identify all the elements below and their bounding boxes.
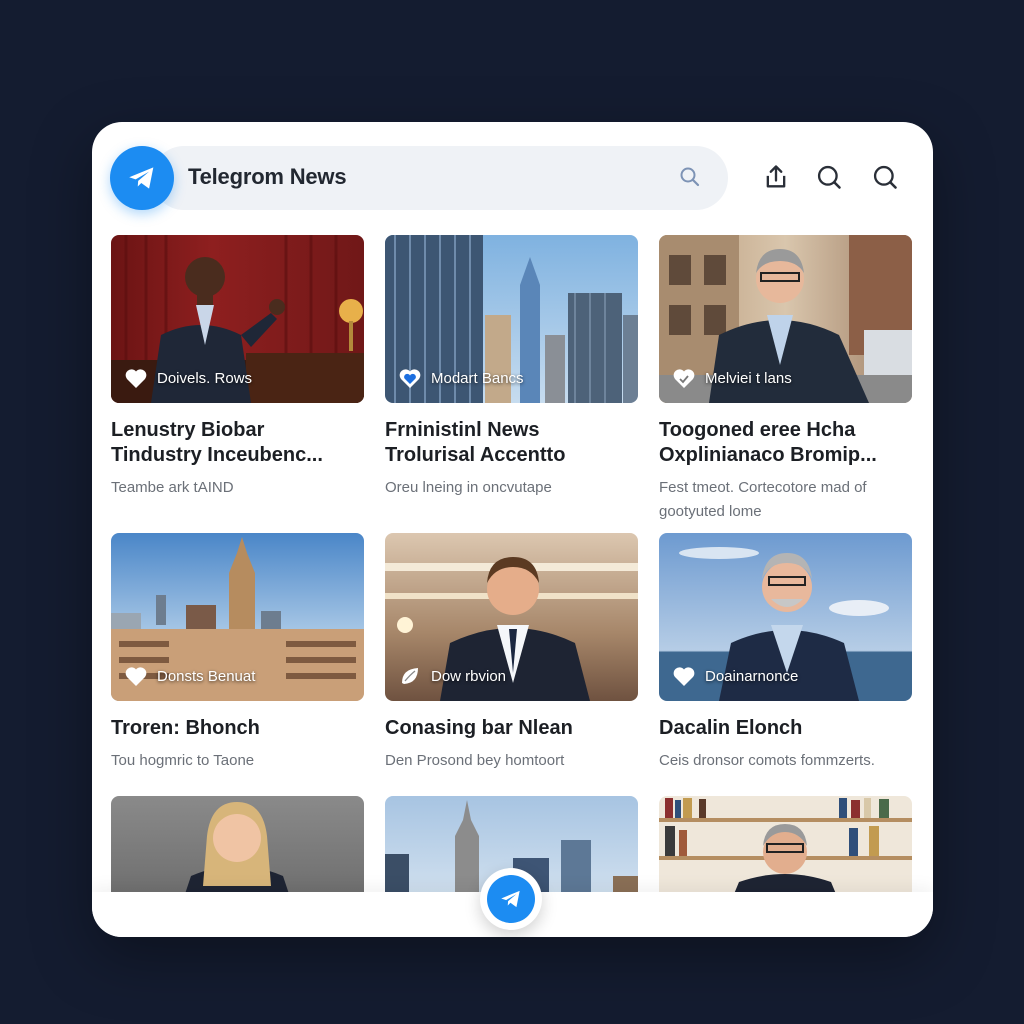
card-title-line1: Dacalin Elonch <box>659 717 803 739</box>
thumb-overlay: Donsts Benuat <box>123 665 255 687</box>
card-title-line1: Toogoned eree Hcha <box>659 419 856 441</box>
heart-check-icon <box>673 369 695 388</box>
card-title-line1: Lenustry Biobar <box>111 419 265 441</box>
share-icon[interactable] <box>762 163 790 196</box>
shield-heart-icon <box>399 369 421 388</box>
thumb-overlay: Dow rbvion <box>397 665 506 687</box>
card-subtitle: Fest tmeot. Cortecotore mad of gootyuted… <box>659 479 867 520</box>
thumb-overlay-label: Doivels. Rows <box>157 369 253 387</box>
news-card[interactable]: Doainarnonce Dacalin Elonch Ceis dronsor… <box>659 533 912 773</box>
thumb-overlay: Doainarnonce <box>671 665 798 687</box>
card-subtitle: Oreu lneing in oncvutape <box>385 479 552 496</box>
heart-icon <box>673 667 695 686</box>
heart-icon <box>125 369 147 388</box>
news-card[interactable] <box>111 796 364 906</box>
header: Telegrom News <box>92 122 933 232</box>
news-card[interactable] <box>659 796 912 906</box>
news-photo-man-by-sea: Doainarnonce <box>659 533 912 701</box>
news-photo-city-tower: Donsts Benuat <box>111 533 364 701</box>
card-title-line1: Frninistinl News <box>385 419 540 441</box>
card-title-line1: Troren: Bhonch <box>111 717 260 739</box>
thumb-overlay: Doivels. Rows <box>123 367 252 389</box>
news-card[interactable]: Melviei t lans Toogoned eree Hcha Oxplin… <box>659 235 912 524</box>
thumb-overlay: Melviei t lans <box>671 367 792 389</box>
search-icon[interactable] <box>871 163 899 196</box>
news-photo-smiling-man-office: Dow rbvion <box>385 533 638 701</box>
news-card[interactable]: Modart Bancs Frninistinl News Trolurisal… <box>385 235 638 500</box>
card-title-line2: Oxplinianaco Bromip... <box>659 444 877 466</box>
news-photo-skyscrapers: Modart Bancs <box>385 235 638 403</box>
card-subtitle: Ceis dronsor comots fommzerts. <box>659 752 875 769</box>
card-subtitle: Tou hogmric to Taone <box>111 752 255 769</box>
news-photo-man-on-street: Melviei t lans <box>659 235 912 403</box>
leaf-icon <box>402 668 418 684</box>
card-title-line1: Conasing bar Nlean <box>385 717 573 739</box>
search-icon[interactable] <box>678 165 702 194</box>
thumb-overlay-label: Melviei t lans <box>705 369 792 387</box>
compose-fab-button[interactable] <box>480 868 542 930</box>
thumb-overlay-label: Donsts Benuat <box>157 667 256 685</box>
news-photo-woman-portrait <box>111 796 364 906</box>
thumb-overlay-label: Dow rbvion <box>431 667 507 685</box>
news-photo-speaker-at-podium: Doivels. Rows <box>111 235 364 403</box>
thumb-overlay-label: Modart Bancs <box>431 369 524 387</box>
app-window: Telegrom News Doivels. Rows Lenustry Bio… <box>92 122 933 937</box>
card-title-line2: Tindustry Inceubenc... <box>111 444 323 466</box>
telegram-logo-icon[interactable] <box>110 146 174 210</box>
card-subtitle: Den Prosond bey homtoort <box>385 752 565 769</box>
news-card[interactable]: Donsts Benuat Troren: Bhonch Tou hogmric… <box>111 533 364 773</box>
search-icon[interactable] <box>815 163 843 196</box>
news-photo-man-bookshelf <box>659 796 912 906</box>
telegram-send-icon <box>487 875 535 923</box>
thumb-overlay-label: Doainarnonce <box>705 667 799 685</box>
heart-icon <box>125 667 147 686</box>
card-title-line2: Trolurisal Accentto <box>385 444 566 466</box>
thumb-overlay: Modart Bancs <box>397 367 524 389</box>
card-subtitle: Teambe ark tAIND <box>111 479 234 496</box>
news-card[interactable]: Dow rbvion Conasing bar Nlean Den Proson… <box>385 533 638 773</box>
news-card[interactable]: Doivels. Rows Lenustry Biobar Tindustry … <box>111 235 364 500</box>
app-title: Telegrom News <box>188 164 347 189</box>
